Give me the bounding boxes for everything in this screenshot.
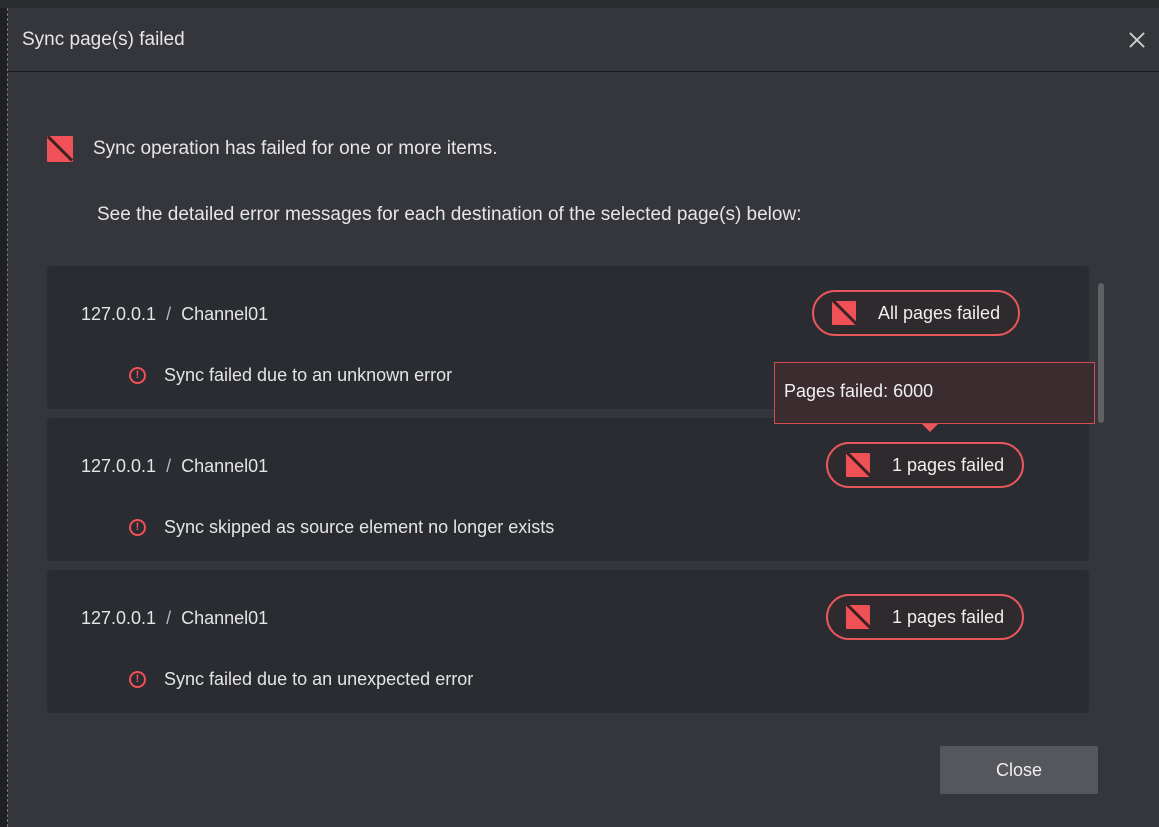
summary-row: Sync operation has failed for one or mor… — [47, 136, 497, 162]
list-scrollbar[interactable] — [1098, 283, 1104, 423]
dialog-titlebar: Sync page(s) failed — [8, 8, 1159, 72]
exclamation-circle-icon: ! — [129, 367, 146, 384]
status-badge[interactable]: 1 pages failed — [826, 594, 1025, 640]
destination-path: 127.0.0.1 / Channel01 — [81, 304, 268, 325]
dialog-title: Sync page(s) failed — [22, 28, 185, 50]
destination-host: 127.0.0.1 — [81, 608, 157, 628]
path-separator: / — [166, 608, 172, 628]
error-message: ! Sync failed due to an unexpected error — [129, 669, 473, 690]
pages-failed-tooltip: Pages failed: 6000 — [774, 362, 1095, 432]
exclamation-circle-icon: ! — [129, 671, 146, 688]
close-button[interactable]: Close — [940, 746, 1098, 794]
status-badge-label: 1 pages failed — [892, 454, 1005, 475]
destination-card: 127.0.0.1 / Channel01 1 pages failed ! Syn… — [47, 570, 1089, 713]
status-badge-label: 1 pages failed — [892, 606, 1005, 627]
path-separator: / — [166, 456, 172, 476]
summary-text: Sync operation has failed for one or mor… — [93, 138, 498, 159]
error-square-icon — [846, 453, 870, 477]
destination-card: 127.0.0.1 / Channel01 1 pages failed ! Syn… — [47, 418, 1089, 561]
destination-host: 127.0.0.1 — [81, 304, 157, 324]
error-message-text: Sync skipped as source element no longer… — [164, 517, 555, 537]
status-badge[interactable]: 1 pages failed — [826, 442, 1025, 488]
destination-channel: Channel01 — [181, 304, 269, 324]
error-square-icon — [832, 301, 856, 325]
destination-path: 127.0.0.1 / Channel01 — [81, 608, 268, 629]
destination-channel: Channel01 — [181, 456, 269, 476]
error-message-text: Sync failed due to an unexpected error — [164, 669, 474, 689]
destination-host: 127.0.0.1 — [81, 456, 157, 476]
destination-channel: Channel01 — [181, 608, 269, 628]
path-separator: / — [166, 304, 172, 324]
status-badge[interactable]: All pages failed — [812, 290, 1021, 336]
exclamation-circle-icon: ! — [129, 519, 146, 536]
destination-list: 127.0.0.1 / Channel01 All pages failed ! S… — [47, 258, 1089, 713]
status-badge-label: All pages failed — [878, 302, 1001, 323]
error-message-text: Sync failed due to an unknown error — [164, 365, 453, 385]
error-square-icon — [47, 136, 73, 162]
close-icon[interactable] — [1125, 28, 1149, 52]
error-square-icon — [846, 605, 870, 629]
error-message: ! Sync skipped as source element no long… — [129, 517, 554, 538]
error-message: ! Sync failed due to an unknown error — [129, 365, 452, 386]
destination-path: 127.0.0.1 / Channel01 — [81, 456, 268, 477]
detail-text: See the detailed error messages for each… — [97, 204, 802, 225]
background-edge — [0, 8, 8, 827]
